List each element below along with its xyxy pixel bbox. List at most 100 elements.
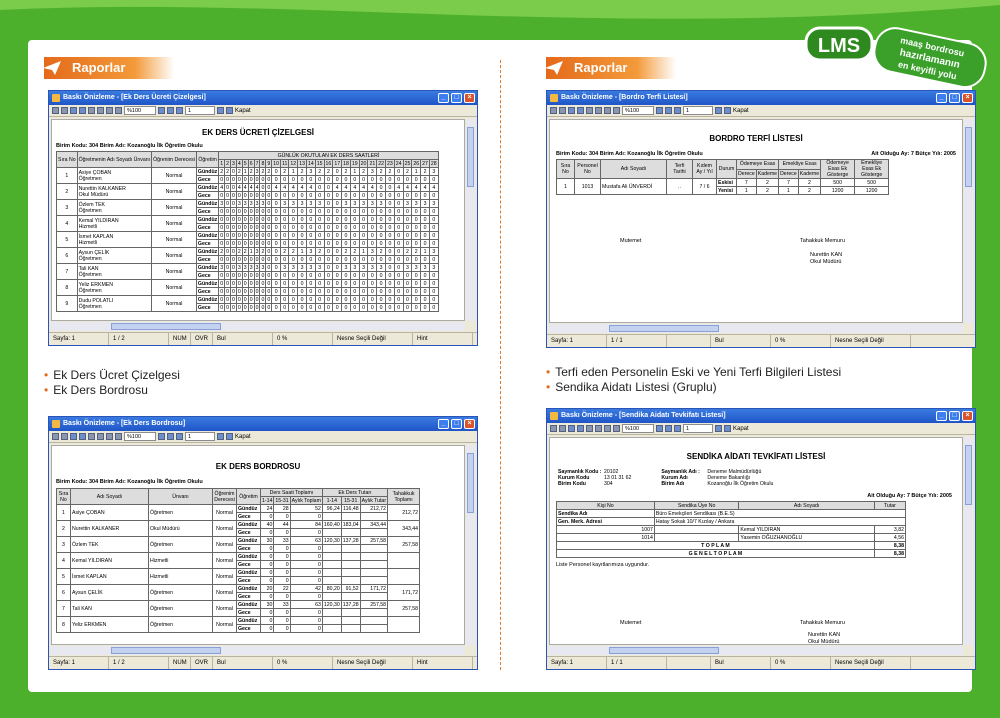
close-icon[interactable]: × <box>464 419 475 429</box>
table-cell: 0 <box>273 592 291 601</box>
next-page-icon[interactable] <box>715 107 722 114</box>
maximize-button[interactable]: □ <box>451 93 462 103</box>
page-number-input[interactable]: 1 <box>185 106 215 115</box>
page-view-icon[interactable] <box>586 425 593 432</box>
vertical-scrollbar[interactable] <box>466 445 475 645</box>
print-icon[interactable] <box>52 107 59 114</box>
vertical-scrollbar[interactable] <box>964 437 973 645</box>
print-icon[interactable] <box>52 433 59 440</box>
multi-page-icon[interactable] <box>106 107 113 114</box>
maximize-button[interactable]: □ <box>949 93 960 103</box>
prev-page-icon[interactable] <box>176 433 183 440</box>
prev-page-icon[interactable] <box>176 107 183 114</box>
setup-icon[interactable] <box>559 425 566 432</box>
save-icon[interactable] <box>577 107 584 114</box>
find-icon[interactable] <box>158 107 165 114</box>
save-icon[interactable] <box>79 107 86 114</box>
app-icon <box>550 94 558 102</box>
setup-icon[interactable] <box>559 107 566 114</box>
hour-cell: 0 <box>393 223 404 232</box>
zoom-icon[interactable] <box>613 107 620 114</box>
next-page-icon[interactable] <box>715 425 722 432</box>
last-page-icon[interactable] <box>724 107 731 114</box>
horizontal-scrollbar[interactable] <box>549 324 963 333</box>
hour-cell: 0 <box>428 175 439 184</box>
close-preview-button[interactable]: Kapat <box>235 108 251 114</box>
save-icon[interactable] <box>79 433 86 440</box>
page-view-icon[interactable] <box>88 107 95 114</box>
grid-icon[interactable] <box>595 425 602 432</box>
minimize-button[interactable]: _ <box>438 419 449 429</box>
page-number-input[interactable]: 1 <box>683 424 713 433</box>
first-page-icon[interactable] <box>665 107 672 114</box>
table-cell: 2 <box>56 183 78 200</box>
multi-page-icon[interactable] <box>604 107 611 114</box>
first-page-icon[interactable] <box>167 433 174 440</box>
close-preview-button[interactable]: Kapat <box>235 434 251 440</box>
page-view-icon[interactable] <box>586 107 593 114</box>
close-icon[interactable]: × <box>962 411 973 421</box>
next-page-icon[interactable] <box>217 107 224 114</box>
hour-cell: 0 <box>271 215 282 224</box>
setup-icon[interactable] <box>61 433 68 440</box>
zoom-select[interactable]: %100 <box>124 432 156 441</box>
setup-icon[interactable] <box>61 107 68 114</box>
zoom-icon[interactable] <box>115 107 122 114</box>
hour-cell: 0 <box>358 175 369 184</box>
print-icon[interactable] <box>550 425 557 432</box>
hour-cell: 3 <box>288 263 299 272</box>
first-page-icon[interactable] <box>665 425 672 432</box>
open-icon[interactable] <box>568 107 575 114</box>
grid-icon[interactable] <box>595 107 602 114</box>
maximize-button[interactable]: □ <box>949 411 960 421</box>
grid-icon[interactable] <box>97 433 104 440</box>
print-icon[interactable] <box>550 107 557 114</box>
zoom-icon[interactable] <box>613 425 620 432</box>
toolbar: %100 1 Kapat <box>49 105 477 117</box>
zoom-select[interactable]: %100 <box>622 106 654 115</box>
last-page-icon[interactable] <box>226 433 233 440</box>
find-icon[interactable] <box>656 425 663 432</box>
multi-page-icon[interactable] <box>106 433 113 440</box>
vertical-scrollbar[interactable] <box>964 119 973 323</box>
minimize-button[interactable]: _ <box>936 93 947 103</box>
save-icon[interactable] <box>577 425 584 432</box>
vertical-scrollbar[interactable] <box>466 119 475 321</box>
hour-cell: 0 <box>367 215 378 224</box>
paper-plane-icon <box>545 61 563 75</box>
minimize-button[interactable]: _ <box>936 411 947 421</box>
zoom-select[interactable]: %100 <box>124 106 156 115</box>
open-icon[interactable] <box>568 425 575 432</box>
page-number-input[interactable]: 1 <box>185 432 215 441</box>
close-icon[interactable]: × <box>464 93 475 103</box>
table-cell: 6 <box>56 247 78 264</box>
close-preview-button[interactable]: Kapat <box>733 108 749 114</box>
grid-icon[interactable] <box>97 107 104 114</box>
hour-cell: 0 <box>305 303 316 312</box>
find-icon[interactable] <box>158 433 165 440</box>
close-icon[interactable]: × <box>962 93 973 103</box>
horizontal-scrollbar[interactable] <box>549 646 963 655</box>
multi-page-icon[interactable] <box>604 425 611 432</box>
maximize-button[interactable]: □ <box>451 419 462 429</box>
horizontal-scrollbar[interactable] <box>51 646 465 655</box>
close-preview-button[interactable]: Kapat <box>733 426 749 432</box>
hour-cell: 0 <box>271 303 282 312</box>
open-icon[interactable] <box>70 107 77 114</box>
minimize-button[interactable]: _ <box>438 93 449 103</box>
first-page-icon[interactable] <box>167 107 174 114</box>
prev-page-icon[interactable] <box>674 107 681 114</box>
zoom-icon[interactable] <box>115 433 122 440</box>
page-number-input[interactable]: 1 <box>683 106 713 115</box>
table-cell: 1013 <box>574 178 601 195</box>
last-page-icon[interactable] <box>226 107 233 114</box>
last-page-icon[interactable] <box>724 425 731 432</box>
table-cell: 33 <box>273 600 291 609</box>
find-icon[interactable] <box>656 107 663 114</box>
zoom-select[interactable]: %100 <box>622 424 654 433</box>
open-icon[interactable] <box>70 433 77 440</box>
prev-page-icon[interactable] <box>674 425 681 432</box>
next-page-icon[interactable] <box>217 433 224 440</box>
horizontal-scrollbar[interactable] <box>51 322 465 331</box>
page-view-icon[interactable] <box>88 433 95 440</box>
